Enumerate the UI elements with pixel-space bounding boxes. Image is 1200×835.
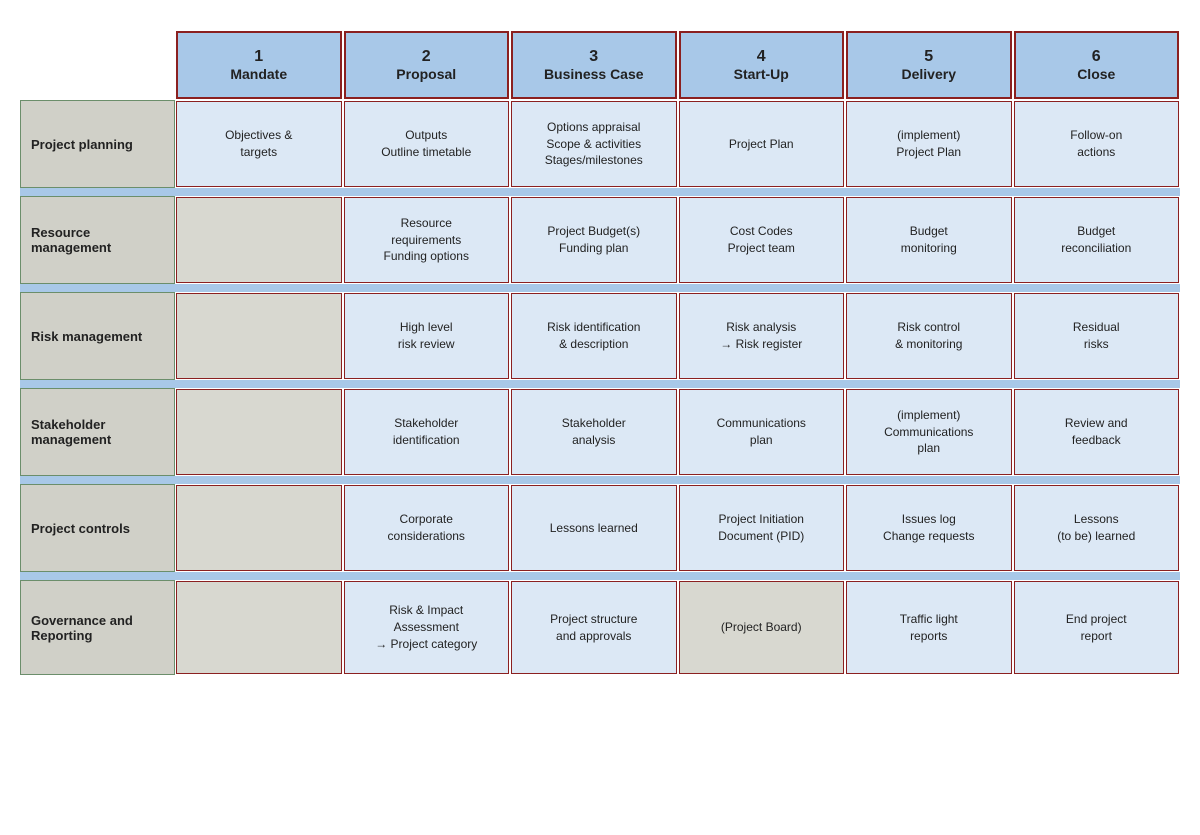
cell-3-1: Stakeholderidentification [344, 389, 510, 475]
stage-name-3: Business Case [544, 66, 644, 82]
data-rows: Objectives &targetsOutputsOutline timeta… [175, 100, 1180, 675]
cell-1-3: Cost CodesProject team [679, 197, 845, 283]
row-sep-0 [175, 188, 1180, 196]
cell-1-0 [176, 197, 342, 283]
stage-num-1: 1 [254, 48, 263, 66]
stage-header-5: 5Delivery [846, 31, 1012, 99]
cell-1-5: Budgetreconciliation [1014, 197, 1180, 283]
process-cell-3: Stakeholder management [20, 388, 175, 476]
stages-columns: 1Mandate2Proposal3Business Case4Start-Up… [175, 30, 1180, 675]
cell-5-2: Project structureand approvals [511, 581, 677, 674]
cell-5-1: Risk & ImpactAssessment→ Project categor… [344, 581, 510, 674]
process-cell-2: Risk management [20, 292, 175, 380]
cell-2-1: High levelrisk review [344, 293, 510, 379]
row-sep-1 [175, 284, 1180, 292]
process-sep-1 [20, 284, 175, 292]
data-row-1: ResourcerequirementsFunding optionsProje… [175, 196, 1180, 284]
stage-num-3: 3 [589, 48, 598, 66]
process-sep-2 [20, 380, 175, 388]
cell-5-0 [176, 581, 342, 674]
cell-0-4: (implement)Project Plan [846, 101, 1012, 187]
cell-4-0 [176, 485, 342, 571]
cell-2-3: Risk analysis→ Risk register [679, 293, 845, 379]
stage-num-4: 4 [757, 48, 766, 66]
data-row-4: CorporateconsiderationsLessons learnedPr… [175, 484, 1180, 572]
stage-header-2: 2Proposal [344, 31, 510, 99]
cell-4-3: Project InitiationDocument (PID) [679, 485, 845, 571]
cell-0-3: Project Plan [679, 101, 845, 187]
stage-name-4: Start-Up [734, 66, 789, 82]
row-sep-3 [175, 476, 1180, 484]
cell-3-0 [176, 389, 342, 475]
row-sep-2 [175, 380, 1180, 388]
cell-4-2: Lessons learned [511, 485, 677, 571]
stage-header-3: 3Business Case [511, 31, 677, 99]
data-row-3: StakeholderidentificationStakeholderanal… [175, 388, 1180, 476]
cell-4-1: Corporateconsiderations [344, 485, 510, 571]
cell-1-4: Budgetmonitoring [846, 197, 1012, 283]
cell-4-5: Lessons(to be) learned [1014, 485, 1180, 571]
cell-0-5: Follow-onactions [1014, 101, 1180, 187]
data-row-0: Objectives &targetsOutputsOutline timeta… [175, 100, 1180, 188]
cell-3-5: Review andfeedback [1014, 389, 1180, 475]
processes-header-label [20, 30, 175, 100]
cell-5-4: Traffic lightreports [846, 581, 1012, 674]
process-sep-3 [20, 476, 175, 484]
stages-header-row: 1Mandate2Proposal3Business Case4Start-Up… [175, 30, 1180, 100]
page: Project planningResource managementRisk … [0, 0, 1200, 835]
stage-num-6: 6 [1092, 48, 1101, 66]
data-row-5: Risk & ImpactAssessment→ Project categor… [175, 580, 1180, 675]
processes-column: Project planningResource managementRisk … [20, 30, 175, 675]
cell-2-0 [176, 293, 342, 379]
stage-header-1: 1Mandate [176, 31, 342, 99]
cell-1-1: ResourcerequirementsFunding options [344, 197, 510, 283]
stage-name-2: Proposal [396, 66, 456, 82]
cell-2-4: Risk control& monitoring [846, 293, 1012, 379]
cell-2-2: Risk identification& description [511, 293, 677, 379]
stage-header-4: 4Start-Up [679, 31, 845, 99]
stage-num-5: 5 [924, 48, 933, 66]
stage-name-6: Close [1077, 66, 1115, 82]
cell-3-2: Stakeholderanalysis [511, 389, 677, 475]
cell-0-0: Objectives &targets [176, 101, 342, 187]
process-cell-0: Project planning [20, 100, 175, 188]
process-cell-5: Governance andReporting [20, 580, 175, 675]
cell-2-5: Residualrisks [1014, 293, 1180, 379]
cell-3-4: (implement)Communicationsplan [846, 389, 1012, 475]
stage-header-6: 6Close [1014, 31, 1180, 99]
process-sep-0 [20, 188, 175, 196]
row-sep-4 [175, 572, 1180, 580]
cell-5-5: End projectreport [1014, 581, 1180, 674]
cell-1-2: Project Budget(s)Funding plan [511, 197, 677, 283]
stage-num-2: 2 [422, 48, 431, 66]
cell-0-1: OutputsOutline timetable [344, 101, 510, 187]
process-cell-1: Resource management [20, 196, 175, 284]
grid: Project planningResource managementRisk … [20, 30, 1180, 675]
process-cell-4: Project controls [20, 484, 175, 572]
cell-3-3: Communicationsplan [679, 389, 845, 475]
stage-name-1: Mandate [230, 66, 287, 82]
cell-5-3: (Project Board) [679, 581, 845, 674]
data-row-2: High levelrisk reviewRisk identification… [175, 292, 1180, 380]
process-sep-4 [20, 572, 175, 580]
cell-4-4: Issues logChange requests [846, 485, 1012, 571]
cell-0-2: Options appraisalScope & activitiesStage… [511, 101, 677, 187]
stage-name-5: Delivery [902, 66, 956, 82]
